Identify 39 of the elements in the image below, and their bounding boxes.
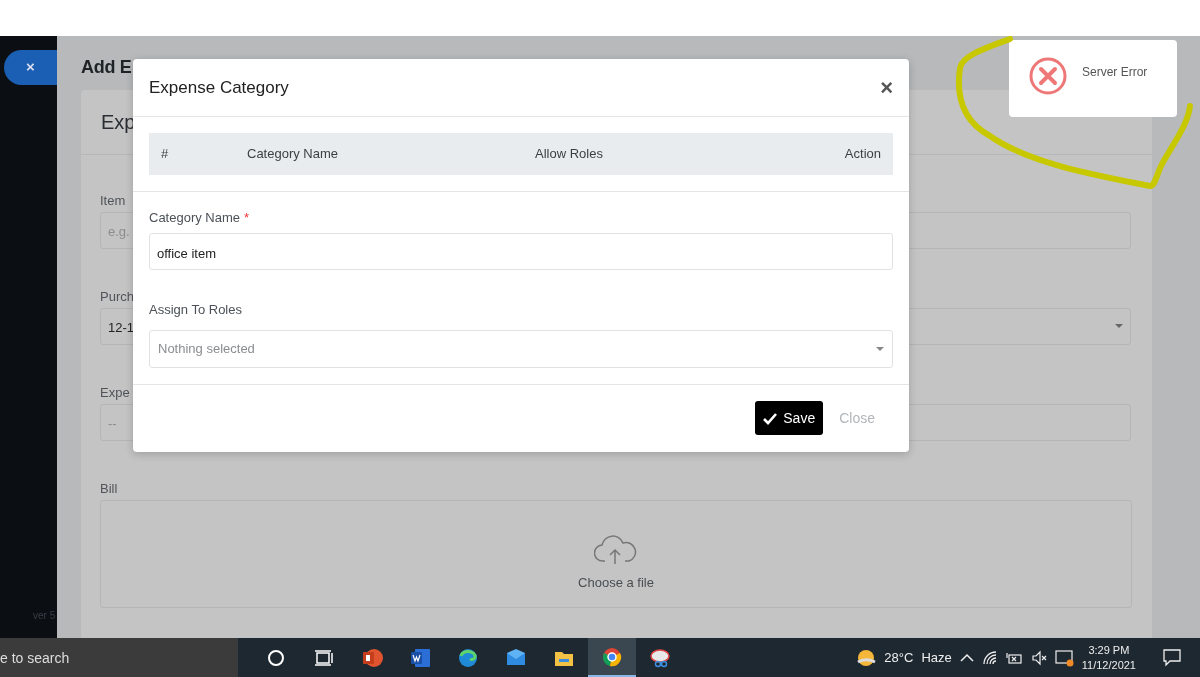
field-label: Bill bbox=[100, 480, 118, 498]
taskbar-search[interactable]: e to search bbox=[0, 638, 238, 677]
field-label: Category Name bbox=[149, 210, 241, 225]
weather-temperature: 28°C bbox=[884, 648, 914, 667]
toast-message: Server Error bbox=[1082, 63, 1148, 81]
browser-swirl-icon bbox=[457, 646, 479, 669]
cloud-upload-icon bbox=[594, 533, 638, 566]
required-mark: * bbox=[244, 210, 250, 225]
scissors-app-icon bbox=[649, 646, 671, 669]
close-button[interactable]: × bbox=[4, 50, 57, 85]
field-label: Expe bbox=[100, 384, 130, 402]
taskbar-clock[interactable]: 3:29 PM 11/12/2021 bbox=[1081, 642, 1136, 673]
weather-condition: Haze bbox=[921, 648, 952, 667]
battery-icon[interactable] bbox=[1004, 650, 1023, 665]
dropzone-text: Choose a file bbox=[578, 574, 654, 593]
select-field[interactable]: Nothing selected bbox=[149, 330, 893, 368]
wifi-icon[interactable] bbox=[981, 650, 997, 665]
browser-circle-icon bbox=[601, 645, 623, 668]
field-label: Purch bbox=[100, 288, 134, 306]
weather-sun-icon bbox=[856, 648, 877, 667]
field-label: Item bbox=[100, 192, 126, 210]
save-button[interactable]: Save bbox=[755, 401, 824, 435]
taskbar-app[interactable] bbox=[588, 638, 636, 677]
error-icon bbox=[1029, 56, 1067, 95]
clock-date: 11/12/2021 bbox=[1081, 657, 1136, 673]
document-app-icon bbox=[409, 646, 431, 669]
action-center-icon[interactable] bbox=[1162, 648, 1182, 667]
check-icon bbox=[763, 411, 778, 425]
field-label: Assign To Roles bbox=[149, 300, 243, 319]
caret-icon bbox=[1115, 324, 1123, 328]
file-dropzone[interactable]: Choose a file bbox=[100, 500, 1132, 608]
input-field[interactable]: office item bbox=[149, 232, 893, 270]
clock-time: 3:29 PM bbox=[1088, 642, 1130, 658]
caret-icon bbox=[876, 347, 884, 351]
presentation-app-icon bbox=[361, 646, 383, 669]
volume-muted-icon[interactable] bbox=[1030, 649, 1047, 666]
page-title: Add E bbox=[81, 56, 132, 79]
chevron-up-icon[interactable] bbox=[959, 652, 974, 663]
notification-app-icon[interactable] bbox=[1054, 648, 1074, 667]
